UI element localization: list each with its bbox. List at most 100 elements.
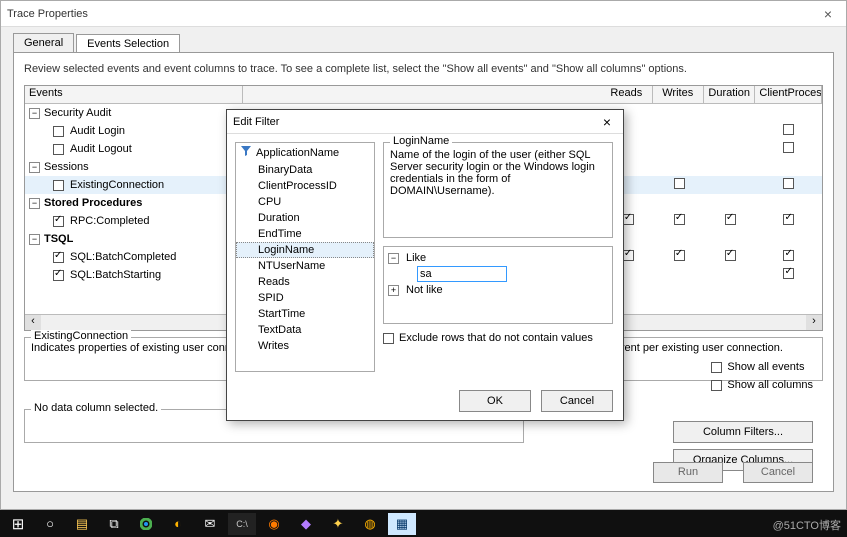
column-list-item[interactable]: Duration [236, 210, 374, 226]
cell-checkbox[interactable] [674, 250, 685, 261]
column-list-label: CPU [258, 196, 281, 208]
event-label: SQL:BatchStarting [70, 269, 161, 281]
explorer-icon[interactable]: ▤ [68, 513, 96, 535]
media-icon[interactable]: ◍ [356, 513, 384, 535]
column-list-item[interactable]: NTUserName [236, 258, 374, 274]
terminal-icon[interactable]: C:\ [228, 513, 256, 535]
dialog-cancel-button[interactable]: Cancel [541, 390, 613, 412]
ok-button[interactable]: OK [459, 390, 531, 412]
tree-notlike-node[interactable]: Not like [406, 284, 443, 296]
column-list-item[interactable]: Reads [236, 274, 374, 290]
show-all-events-checkbox[interactable]: Show all events [711, 361, 813, 373]
event-description-title: ExistingConnection [31, 330, 131, 342]
taskbar[interactable]: ○ ▤ ⧉ ◐ ✉ C:\ ◉ ◆ ✦ ◍ ▦ [0, 510, 847, 537]
tab-events-selection[interactable]: Events Selection [76, 34, 180, 53]
event-label: Audit Logout [70, 143, 132, 155]
column-list-item[interactable]: ApplicationName [236, 143, 374, 162]
event-label: RPC:Completed [70, 215, 149, 227]
column-list-label: BinaryData [258, 164, 312, 176]
col-header-reads[interactable]: Reads [601, 86, 652, 103]
profiler-icon[interactable]: ▦ [388, 513, 416, 535]
column-list-label: Duration [258, 212, 300, 224]
collapse-icon[interactable]: − [29, 234, 40, 245]
filter-value-input[interactable] [417, 266, 507, 282]
col-header-writes[interactable]: Writes [653, 86, 704, 103]
column-list-label: NTUserName [258, 260, 325, 272]
firefox-icon[interactable]: ◉ [260, 513, 288, 535]
cell-checkbox[interactable] [623, 250, 634, 261]
tab-general[interactable]: General [13, 33, 74, 52]
collapse-icon[interactable]: − [388, 253, 399, 264]
expand-icon[interactable]: + [388, 285, 399, 296]
group-label: Sessions [44, 161, 89, 173]
column-description-body: Name of the login of the user (either SQ… [390, 149, 606, 197]
column-list[interactable]: ApplicationName BinaryData ClientProcessID… [235, 142, 375, 372]
col-header-clientprocess[interactable]: ClientProcess [755, 86, 822, 103]
cancel-button[interactable]: Cancel [743, 462, 813, 483]
column-list-label: SPID [258, 292, 284, 304]
cell-checkbox[interactable] [783, 178, 794, 189]
cell-checkbox[interactable] [674, 178, 685, 189]
cell-checkbox[interactable] [725, 214, 736, 225]
event-label: Audit Login [70, 125, 125, 137]
tree-like-node[interactable]: Like [406, 252, 426, 264]
column-list-item[interactable]: ClientProcessID [236, 178, 374, 194]
column-list-label: StartTime [258, 308, 305, 320]
group-label: Security Audit [44, 107, 111, 119]
column-list-item[interactable]: Writes [236, 338, 374, 354]
event-checkbox[interactable] [53, 180, 64, 191]
collapse-icon[interactable]: − [29, 198, 40, 209]
chrome-icon[interactable] [132, 513, 160, 535]
column-list-label: Writes [258, 340, 289, 352]
event-checkbox[interactable] [53, 144, 64, 155]
filter-tree[interactable]: − Like + Not like [383, 246, 613, 324]
start-icon[interactable] [4, 513, 32, 535]
cell-checkbox[interactable] [783, 268, 794, 279]
mail-icon[interactable]: ✉ [196, 513, 224, 535]
scroll-left-icon[interactable]: ‹ [25, 315, 41, 330]
scroll-right-icon[interactable]: › [806, 315, 822, 330]
collapse-icon[interactable]: − [29, 108, 40, 119]
cell-checkbox[interactable] [783, 124, 794, 135]
checkbox-icon[interactable] [711, 380, 722, 391]
column-list-label: ApplicationName [256, 147, 339, 159]
checkbox-icon[interactable] [711, 362, 722, 373]
cell-checkbox[interactable] [783, 214, 794, 225]
visualstudio-icon[interactable]: ◆ [292, 513, 320, 535]
cell-checkbox[interactable] [783, 142, 794, 153]
col-header-events[interactable]: Events [25, 86, 243, 103]
column-list-item[interactable]: CPU [236, 194, 374, 210]
store-icon[interactable]: ⧉ [100, 513, 128, 535]
event-checkbox[interactable] [53, 126, 64, 137]
column-list-item[interactable]: BinaryData [236, 162, 374, 178]
intro-text: Review selected events and event columns… [24, 63, 823, 75]
event-label: ExistingConnection [70, 179, 164, 191]
cell-checkbox[interactable] [725, 250, 736, 261]
column-list-item[interactable]: EndTime [236, 226, 374, 242]
column-list-item[interactable]: TextData [236, 322, 374, 338]
tool-icon[interactable]: ✦ [324, 513, 352, 535]
show-all-columns-label: Show all columns [727, 379, 813, 391]
column-description-title: LoginName [390, 135, 452, 147]
cell-checkbox[interactable] [783, 250, 794, 261]
event-checkbox[interactable] [53, 252, 64, 263]
cell-checkbox[interactable] [674, 214, 685, 225]
col-header-duration[interactable]: Duration [704, 86, 755, 103]
event-checkbox[interactable] [53, 216, 64, 227]
column-list-label: Reads [258, 276, 290, 288]
column-filters-button[interactable]: Column Filters... [673, 421, 813, 443]
event-checkbox[interactable] [53, 270, 64, 281]
column-list-item[interactable]: LoginName [236, 242, 374, 258]
search-icon[interactable]: ○ [36, 513, 64, 535]
show-all-columns-checkbox[interactable]: Show all columns [711, 379, 813, 391]
close-icon[interactable]: × [816, 6, 840, 22]
cell-checkbox[interactable] [623, 214, 634, 225]
column-description-box: LoginName Name of the login of the user … [383, 142, 613, 238]
app-icon[interactable]: ◐ [164, 513, 192, 535]
dialog-close-icon[interactable]: × [597, 114, 617, 130]
column-list-item[interactable]: SPID [236, 290, 374, 306]
column-list-item[interactable]: StartTime [236, 306, 374, 322]
run-button[interactable]: Run [653, 462, 723, 483]
exclude-checkbox[interactable] [383, 333, 394, 344]
collapse-icon[interactable]: − [29, 162, 40, 173]
